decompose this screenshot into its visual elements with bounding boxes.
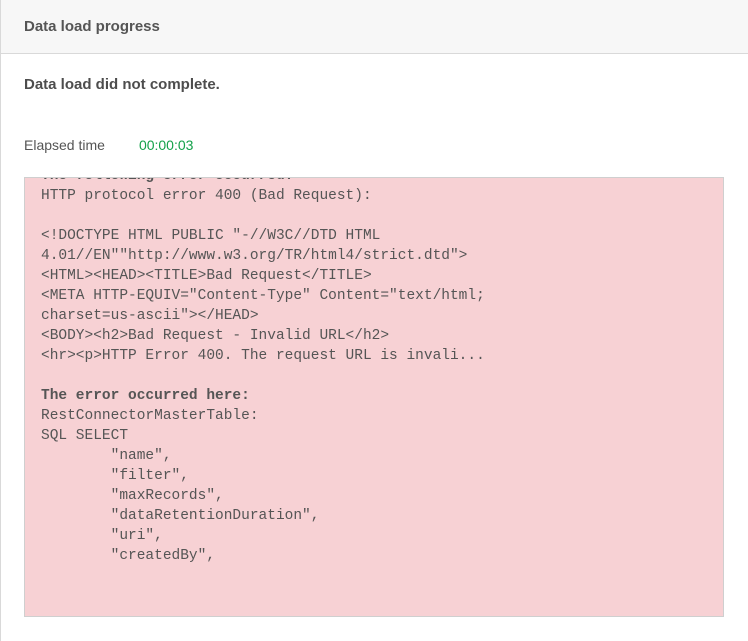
dialog-header: Data load progress	[0, 0, 748, 54]
dialog-title: Data load progress	[24, 18, 724, 35]
log-scroll-area[interactable]: The following error occurred: HTTP proto…	[25, 178, 723, 616]
error-body-2: RestConnectorMasterTable: SQL SELECT "na…	[41, 408, 319, 564]
log-panel: The following error occurred: HTTP proto…	[24, 177, 724, 617]
error-body-1: HTTP protocol error 400 (Bad Request): <…	[41, 188, 485, 364]
elapsed-label: Elapsed time	[24, 137, 105, 153]
error-block: The following error occurred: HTTP proto…	[25, 178, 723, 616]
error-heading-1: The following error occurred:	[41, 178, 293, 184]
elapsed-value: 00:00:03	[139, 137, 194, 153]
status-message: Data load did not complete.	[24, 76, 724, 93]
elapsed-row: Elapsed time 00:00:03	[24, 137, 724, 153]
dialog-container: Data load progress Data load did not com…	[0, 0, 748, 641]
left-divider	[0, 0, 1, 641]
error-heading-2: The error occurred here:	[41, 388, 250, 404]
dialog-body: Data load did not complete. Elapsed time…	[0, 54, 748, 617]
